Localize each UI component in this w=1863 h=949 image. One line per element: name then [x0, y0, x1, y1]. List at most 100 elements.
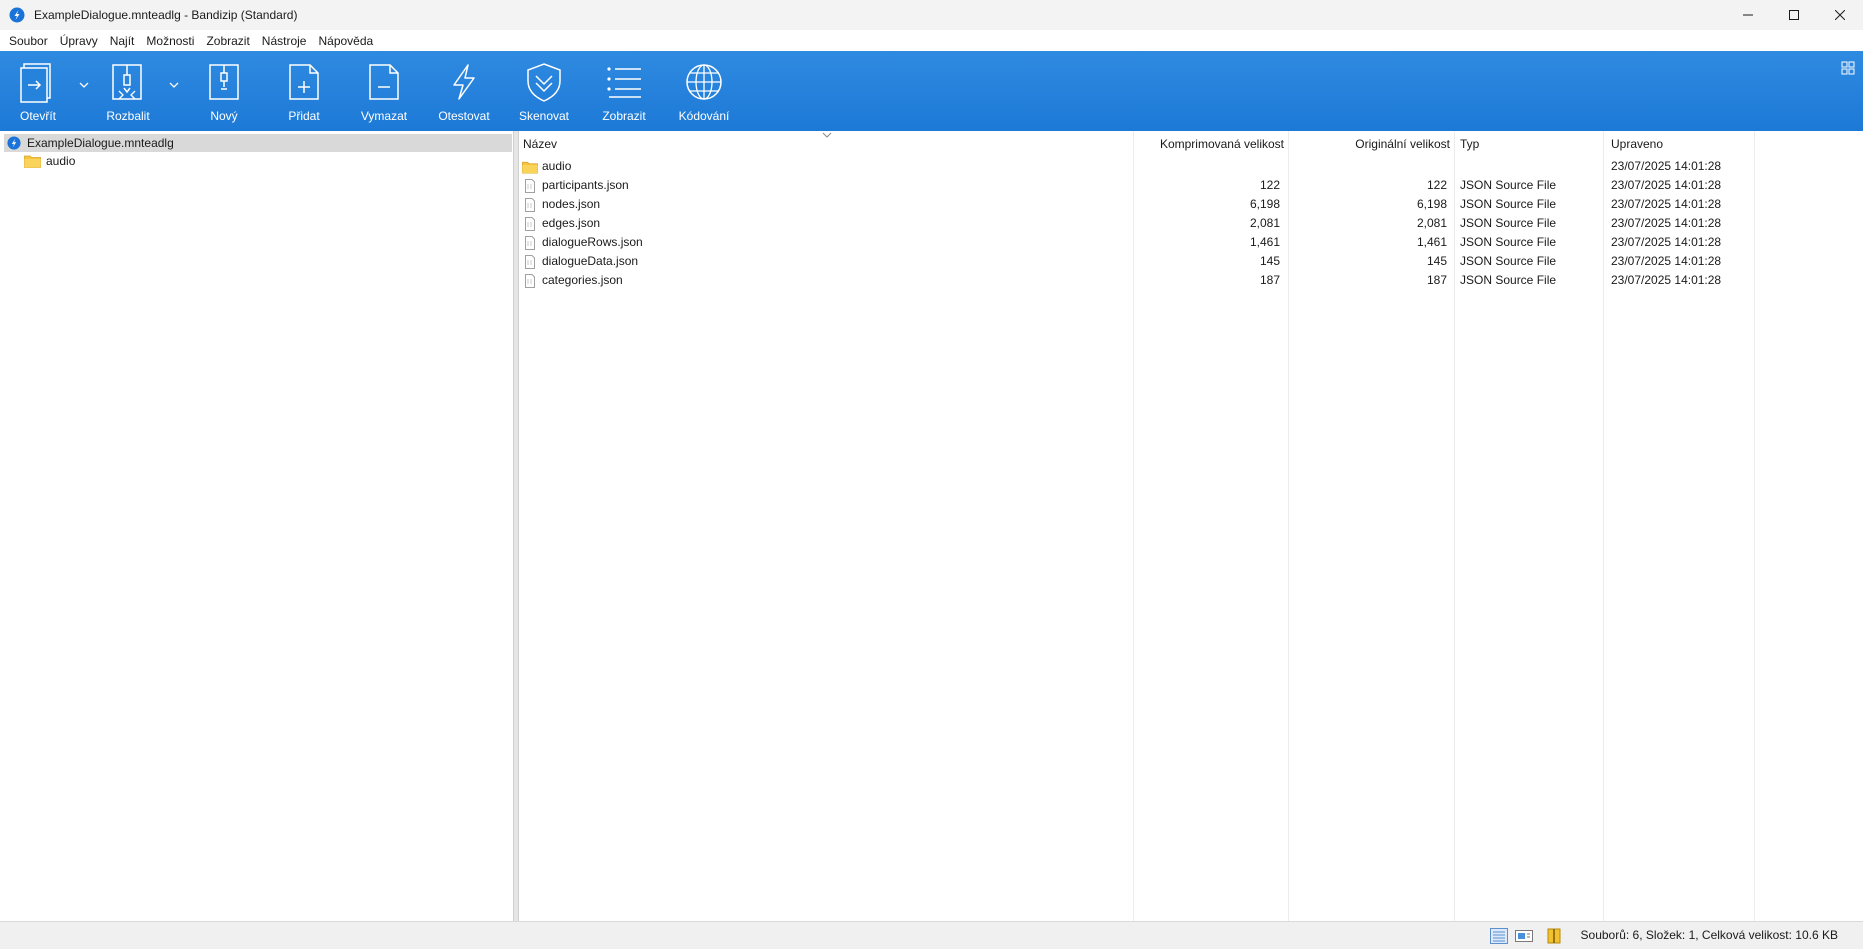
- maximize-icon: [1789, 10, 1799, 20]
- delete-label: Vymazat: [360, 109, 408, 123]
- table-row[interactable]: nodes.json 6,198 6,198 JSON Source File …: [519, 195, 1863, 214]
- test-button[interactable]: Otestovat: [434, 51, 494, 131]
- add-label: Přidat: [288, 109, 320, 123]
- folder-icon: [522, 161, 538, 173]
- original-size: 145: [1426, 254, 1447, 268]
- table-row[interactable]: edges.json 2,081 2,081 JSON Source File …: [519, 214, 1863, 233]
- name-cell: edges.json: [522, 214, 600, 233]
- column-header-compressed[interactable]: Komprimovaná velikost: [1133, 131, 1284, 157]
- file-name: participants.json: [542, 178, 629, 192]
- new-label: Nový: [210, 109, 238, 123]
- details-view-icon[interactable]: [1490, 928, 1508, 944]
- name-cell: dialogueData.json: [522, 252, 638, 271]
- column-header-original[interactable]: Originální velikost: [1288, 131, 1450, 157]
- tree-root-label: ExampleDialogue.mnteadlg: [27, 136, 174, 150]
- name-cell: dialogueRows.json: [522, 233, 643, 252]
- window-controls: [1725, 0, 1863, 30]
- status-summary: Souborů: 6, Složek: 1, Celková velikost:…: [1580, 928, 1838, 942]
- menu-upravy[interactable]: Úpravy: [54, 31, 104, 51]
- file-type: JSON Source File: [1460, 197, 1557, 211]
- lightning-icon: [453, 64, 475, 100]
- menu-soubor[interactable]: Soubor: [3, 31, 54, 51]
- file-type: JSON Source File: [1460, 235, 1557, 249]
- open-button[interactable]: Otevřít: [10, 51, 66, 131]
- layout-grid-icon[interactable]: [1841, 61, 1855, 75]
- folder-tree: ExampleDialogue.mnteadlg audio: [0, 131, 513, 921]
- file-name: dialogueData.json: [542, 254, 639, 268]
- view-button[interactable]: Zobrazit: [594, 51, 654, 131]
- menu-nastroje[interactable]: Nástroje: [256, 31, 313, 51]
- extract-button[interactable]: Rozbalit: [100, 51, 156, 131]
- name-cell: participants.json: [522, 176, 629, 195]
- modified-date: 23/07/2025 14:01:28: [1611, 178, 1722, 192]
- open-label: Otevřít: [19, 109, 56, 123]
- window-title: ExampleDialogue.mnteadlg - Bandizip (Sta…: [34, 8, 298, 22]
- name-cell: categories.json: [522, 271, 623, 290]
- menu-najit[interactable]: Najít: [104, 31, 141, 51]
- file-name: dialogueRows.json: [542, 235, 643, 249]
- maximize-button[interactable]: [1771, 0, 1817, 30]
- status-bar: Souborů: 6, Složek: 1, Celková velikost:…: [0, 921, 1863, 949]
- column-header-modified[interactable]: Upraveno: [1611, 131, 1663, 157]
- bandizip-archive-icon: [7, 136, 21, 150]
- extract-label: Rozbalit: [106, 109, 150, 123]
- original-size: 187: [1426, 273, 1447, 287]
- close-icon: [1835, 10, 1845, 20]
- menu-zobrazit[interactable]: Zobrazit: [200, 31, 255, 51]
- modified-date: 23/07/2025 14:01:28: [1611, 159, 1722, 173]
- menu-bar: Soubor Úpravy Najít Možnosti Zobrazit Ná…: [0, 30, 1863, 51]
- table-row[interactable]: participants.json 122 122 JSON Source Fi…: [519, 176, 1863, 195]
- compressed-size: 187: [1259, 273, 1280, 287]
- json-file-icon: [525, 178, 535, 193]
- table-row[interactable]: dialogueData.json 145 145 JSON Source Fi…: [519, 252, 1863, 271]
- file-name: audio: [542, 159, 572, 173]
- compressed-size: [1133, 157, 1280, 176]
- tree-root-archive[interactable]: ExampleDialogue.mnteadlg: [4, 134, 512, 152]
- view-label: Zobrazit: [602, 109, 646, 123]
- modified-date: 23/07/2025 14:01:28: [1611, 197, 1722, 211]
- globe-icon: [686, 64, 722, 100]
- compressed-size: 1,461: [1249, 235, 1280, 249]
- folder-icon: [24, 155, 41, 168]
- modified-date: 23/07/2025 14:01:28: [1611, 235, 1722, 249]
- open-dropdown-chevron-icon[interactable]: [77, 78, 91, 92]
- table-row[interactable]: dialogueRows.json 1,461 1,461 JSON Sourc…: [519, 233, 1863, 252]
- add-button[interactable]: Přidat: [276, 51, 332, 131]
- delete-button[interactable]: Vymazat: [356, 51, 412, 131]
- column-header-name[interactable]: Název: [523, 131, 557, 157]
- compressed-size: 2,081: [1249, 216, 1280, 230]
- file-name: edges.json: [542, 216, 601, 230]
- new-archive-icon: [209, 64, 239, 100]
- menu-moznosti[interactable]: Možnosti: [140, 31, 200, 51]
- open-archive-icon: [20, 63, 51, 103]
- encoding-button[interactable]: Kódování: [674, 51, 734, 131]
- file-type: JSON Source File: [1460, 216, 1557, 230]
- file-type: JSON Source File: [1460, 273, 1557, 287]
- minimize-button[interactable]: [1725, 0, 1771, 30]
- new-button[interactable]: Nový: [196, 51, 252, 131]
- add-file-icon: [289, 64, 319, 100]
- tree-item-audio[interactable]: audio: [24, 152, 75, 170]
- json-file-icon: [525, 216, 535, 231]
- file-name: nodes.json: [542, 197, 601, 211]
- archive-info-icon[interactable]: [1546, 928, 1562, 944]
- json-file-icon: [525, 235, 535, 250]
- compressed-size: 6,198: [1249, 197, 1280, 211]
- original-size: 122: [1426, 178, 1447, 192]
- extract-icon: [112, 64, 142, 100]
- original-size: 6,198: [1416, 197, 1447, 211]
- scan-button[interactable]: Skenovat: [514, 51, 574, 131]
- test-label: Otestovat: [438, 109, 490, 123]
- file-type: JSON Source File: [1460, 178, 1557, 192]
- json-file-icon: [525, 197, 535, 212]
- close-button[interactable]: [1817, 0, 1863, 30]
- table-row[interactable]: categories.json 187 187 JSON Source File…: [519, 271, 1863, 290]
- file-list: Název Komprimovaná velikost Originální v…: [519, 131, 1863, 921]
- original-size: [1288, 157, 1447, 176]
- table-row[interactable]: audio 23/07/2025 14:01:28: [519, 157, 1863, 176]
- column-header-type[interactable]: Typ: [1460, 131, 1479, 157]
- preview-view-icon[interactable]: [1515, 928, 1533, 944]
- sort-chevron-icon: [822, 132, 832, 138]
- menu-napoveda[interactable]: Nápověda: [312, 31, 379, 51]
- extract-dropdown-chevron-icon[interactable]: [167, 78, 181, 92]
